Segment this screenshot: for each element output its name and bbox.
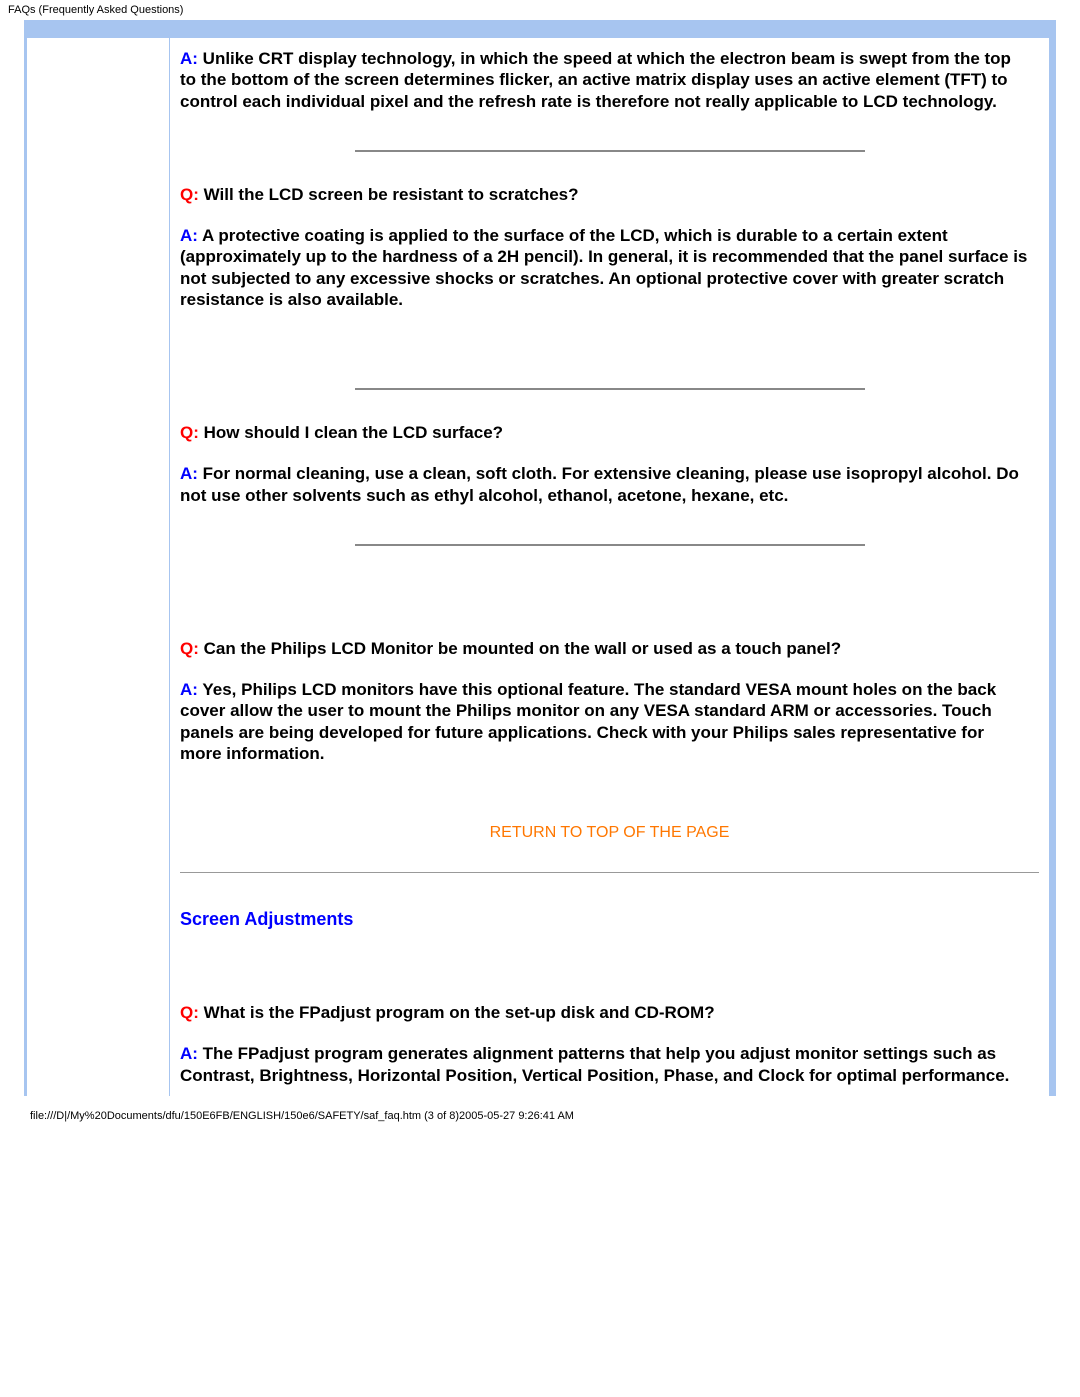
footer-file-path: file:///D|/My%20Documents/dfu/150E6FB/EN… xyxy=(0,1104,1080,1132)
question-4: Q: Can the Philips LCD Monitor be mounte… xyxy=(170,628,1049,669)
outer-frame: A: Unlike CRT display technology, in whi… xyxy=(24,20,1056,1096)
question-5: Q: What is the FPadjust program on the s… xyxy=(170,992,1049,1033)
question-prefix: Q: xyxy=(180,423,199,442)
answer-text: For normal cleaning, use a clean, soft c… xyxy=(180,464,1019,504)
answer-prefix: A: xyxy=(180,464,198,483)
question-text: What is the FPadjust program on the set-… xyxy=(199,1003,715,1022)
answer-prefix: A: xyxy=(180,226,198,245)
question-text: Will the LCD screen be resistant to scra… xyxy=(199,185,579,204)
left-gutter xyxy=(27,38,170,1096)
answer-text: A protective coating is applied to the s… xyxy=(180,226,1027,309)
answer-3: A: For normal cleaning, use a clean, sof… xyxy=(170,453,1049,516)
page-header-title: FAQs (Frequently Asked Questions) xyxy=(0,0,1080,20)
divider xyxy=(355,150,865,152)
answer-1: A: Unlike CRT display technology, in whi… xyxy=(170,38,1049,122)
divider xyxy=(355,388,865,390)
question-2: Q: Will the LCD screen be resistant to s… xyxy=(170,174,1049,215)
answer-text: Yes, Philips LCD monitors have this opti… xyxy=(180,680,996,763)
answer-prefix: A: xyxy=(180,1044,198,1063)
question-prefix: Q: xyxy=(180,185,199,204)
answer-text: The FPadjust program generates alignment… xyxy=(180,1044,1009,1084)
section-heading-screen-adjustments: Screen Adjustments xyxy=(170,887,1049,952)
answer-2: A: A protective coating is applied to th… xyxy=(170,215,1049,320)
question-text: How should I clean the LCD surface? xyxy=(199,423,503,442)
question-text: Can the Philips LCD Monitor be mounted o… xyxy=(199,639,841,658)
inner-frame: A: Unlike CRT display technology, in whi… xyxy=(27,38,1053,1096)
question-3: Q: How should I clean the LCD surface? xyxy=(170,412,1049,453)
content-area: A: Unlike CRT display technology, in whi… xyxy=(170,38,1050,1096)
answer-text: Unlike CRT display technology, in which … xyxy=(180,49,1011,111)
divider xyxy=(355,544,865,546)
answer-prefix: A: xyxy=(180,49,198,68)
question-prefix: Q: xyxy=(180,639,199,658)
answer-prefix: A: xyxy=(180,680,198,699)
full-divider xyxy=(180,872,1039,873)
question-prefix: Q: xyxy=(180,1003,199,1022)
return-to-top-link[interactable]: RETURN TO TOP OF THE PAGE xyxy=(170,824,1049,842)
answer-5: A: The FPadjust program generates alignm… xyxy=(170,1033,1049,1096)
answer-4: A: Yes, Philips LCD monitors have this o… xyxy=(170,669,1049,774)
